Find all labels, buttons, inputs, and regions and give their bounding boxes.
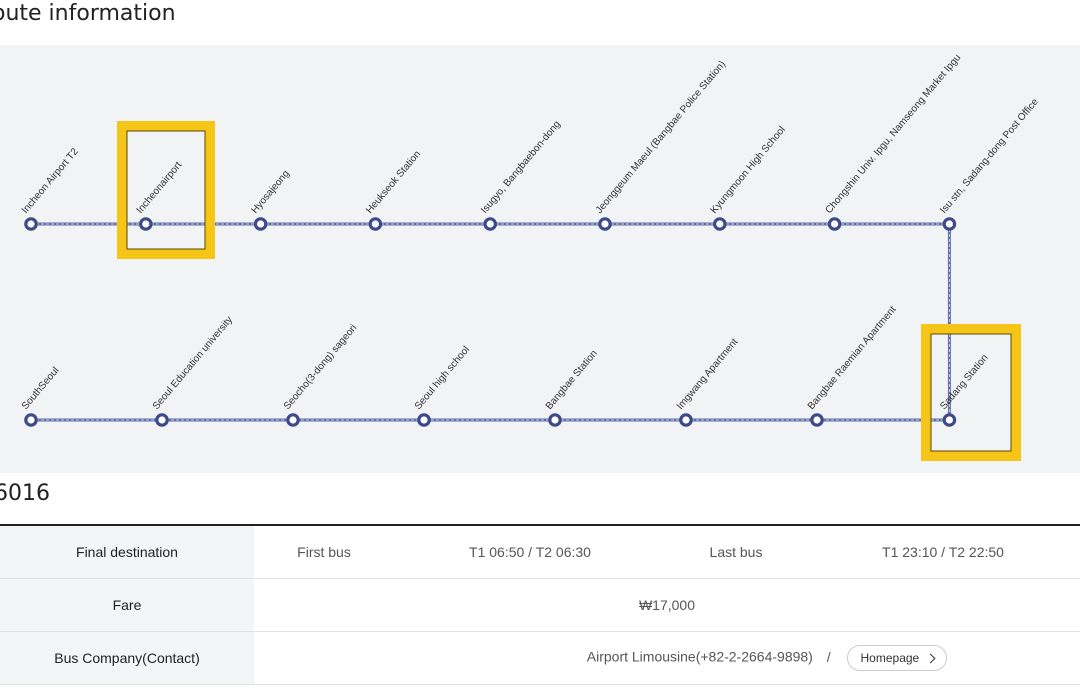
final-destination-label: Final destination — [0, 525, 254, 579]
table-row: Bus Company(Contact) Airport Limousine(+… — [0, 631, 1080, 685]
stop-label: Jeonggeum Maeul (Bangbae Police Station) — [594, 59, 728, 216]
stop-top-4[interactable] — [483, 217, 497, 231]
fare-label: Fare — [0, 578, 254, 632]
stop-label: Hyosajeong — [249, 168, 291, 216]
fare-value: ₩17,000 — [254, 578, 1080, 632]
homepage-button[interactable]: Homepage — [846, 645, 948, 671]
stop-label: Isugyo, Bangbaebon-dong — [479, 119, 563, 216]
table-row: Fare ₩17,000 — [0, 578, 1080, 632]
stop-label: Kyungmoon High School — [709, 125, 788, 216]
stop-top-3[interactable] — [368, 217, 383, 231]
last-bus-value: T1 23:10 / T2 22:50 — [806, 525, 1080, 579]
stop-label: Bangbae Raemian Apartment — [806, 304, 899, 412]
stop-top-8[interactable] — [942, 217, 957, 231]
stop-bottom-7[interactable] — [942, 413, 957, 427]
stop-bottom-2[interactable] — [286, 413, 300, 427]
highlight-box-sadang-station-inner — [930, 333, 1012, 452]
stop-bottom-4[interactable] — [548, 413, 562, 427]
stop-top-1[interactable] — [139, 217, 153, 231]
stop-top-5[interactable] — [598, 217, 612, 231]
stop-label: Seoul Education university — [151, 315, 235, 412]
bus-number: 6016 — [0, 481, 50, 506]
stop-label: Heukseok Station — [364, 149, 423, 216]
stop-label: Incheonairport — [135, 160, 185, 216]
route-map-canvas: Incheon Airport T2 Incheonairport Hyosajeo… — [20, 52, 1041, 461]
bus-company-label: Bus Company(Contact) — [0, 631, 254, 685]
homepage-label: Homepage — [860, 651, 920, 665]
first-bus-label: First bus — [254, 525, 394, 579]
highlight-box-incheonairport — [117, 121, 215, 259]
table-row: Final destination First bus T1 06:50 / T… — [0, 525, 1080, 579]
stop-bottom-0[interactable] — [24, 413, 38, 427]
stop-label: Incheon Airport T2 — [20, 146, 81, 216]
route-info-table: Final destination First bus T1 06:50 / T… — [0, 524, 1080, 685]
route-map: Incheon Airport T2 Incheonairport Hyosajeo… — [0, 45, 1080, 473]
stop-top-7[interactable] — [827, 217, 842, 231]
stop-label: Seoul high school — [413, 344, 472, 412]
stop-label: Seocho(3-dong) sageori — [282, 323, 359, 412]
stop-label: SouthSeoul — [20, 365, 62, 412]
stop-top-2[interactable] — [253, 217, 268, 231]
stop-label: Isu stn, Sadang-dong Post Office — [938, 96, 1041, 216]
stop-label: Chongshin Univ. Ipgu, Namseong Market Ip… — [823, 52, 963, 216]
stop-bottom-3[interactable] — [417, 413, 431, 427]
highlight-box-sadang-station-outline — [921, 324, 1021, 461]
separator: / — [826, 648, 831, 665]
highlight-box-incheonairport-outline — [117, 121, 215, 259]
section-title: oute information — [0, 1, 176, 26]
bus-company-value: Airport Limousine(+82-2-2664-9898) — [586, 648, 813, 665]
first-bus-value: T1 06:50 / T2 06:30 — [394, 525, 666, 579]
stop-label: Imgwang Apartment — [675, 337, 741, 412]
stop-bottom-6[interactable] — [810, 413, 824, 427]
stop-label: Bangbae Station — [544, 348, 600, 412]
stop-label: Sadang Station — [938, 352, 990, 411]
stop-bottom-1[interactable] — [155, 413, 169, 427]
highlight-box-incheonairport-inner — [126, 130, 206, 250]
stop-bottom-5[interactable] — [679, 413, 693, 427]
stop-top-0[interactable] — [24, 217, 38, 231]
highlight-box-sadang-station — [921, 324, 1021, 461]
stop-top-6[interactable] — [712, 217, 727, 231]
chevron-right-icon — [925, 653, 936, 663]
bus-company-cell: Airport Limousine(+82-2-2664-9898) / Hom… — [254, 631, 1080, 685]
last-bus-label: Last bus — [666, 525, 806, 579]
